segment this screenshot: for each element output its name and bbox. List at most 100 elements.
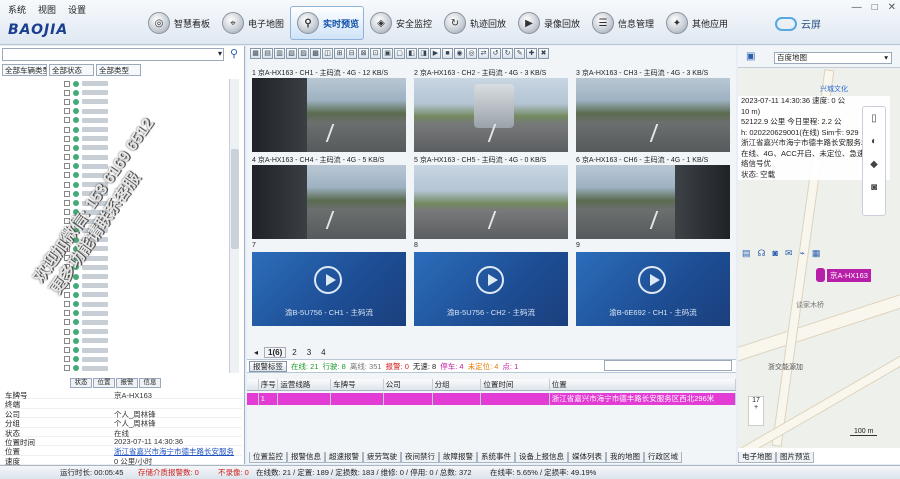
layout-icon[interactable]: ▥ <box>274 48 285 59</box>
play-icon[interactable] <box>638 266 666 294</box>
tab-position[interactable]: 位置 <box>93 378 115 388</box>
property-value[interactable]: 浙江省嘉兴市海宁市德丰路长安服务 <box>114 446 242 456</box>
column-header[interactable]: 位置 <box>550 379 736 390</box>
checkbox[interactable] <box>64 200 70 207</box>
row-checkbox[interactable] <box>247 393 259 405</box>
list-item[interactable] <box>2 125 227 134</box>
layout-icon[interactable]: ⊠ <box>358 48 369 59</box>
video-cell[interactable]: 4 京A-HX163 - CH4 - 主码流 - 4G - 5 KB/S <box>252 155 406 239</box>
list-item[interactable] <box>2 355 227 364</box>
column-header[interactable]: 车牌号 <box>331 379 384 390</box>
video-stream[interactable] <box>252 78 406 152</box>
layout-icon[interactable]: ✎ <box>514 48 525 59</box>
video-stream[interactable] <box>576 165 730 239</box>
video-cell[interactable]: 5 京A-HX163 - CH5 - 主码流 - 4G - 0 KB/S <box>414 155 568 239</box>
column-header[interactable]: 序号 <box>259 379 279 390</box>
checkbox[interactable] <box>64 190 70 197</box>
layout-icon[interactable]: ◫ <box>322 48 333 59</box>
minimize-icon[interactable]: — <box>852 2 862 13</box>
headset-icon[interactable]: ☊ <box>758 248 766 259</box>
tree-scrollbar[interactable] <box>229 79 239 373</box>
nav-video[interactable]: ▶ 录像回放 <box>512 6 586 40</box>
scroll-thumb[interactable] <box>231 149 239 249</box>
list-item[interactable] <box>2 107 227 116</box>
camera-icon[interactable]: ◙ <box>871 182 877 193</box>
layout-icon[interactable]: ↻ <box>502 48 513 59</box>
checkbox[interactable] <box>64 135 70 142</box>
filter-status[interactable]: 全部状态 <box>49 64 94 76</box>
checkbox[interactable] <box>64 181 70 188</box>
checkbox[interactable] <box>64 328 70 335</box>
layout-icon[interactable]: ▤ <box>262 48 273 59</box>
list-item[interactable] <box>2 79 227 88</box>
list-item[interactable] <box>2 318 227 327</box>
layout-icon[interactable]: ✚ <box>526 48 537 59</box>
checkbox[interactable] <box>64 356 70 363</box>
checkbox[interactable] <box>64 301 70 308</box>
nav-apps[interactable]: ✦ 其他应用 <box>660 6 734 40</box>
layout-icon[interactable]: ◉ <box>454 48 465 59</box>
bottom-tab[interactable]: 故障报警 <box>439 452 477 463</box>
bottom-tab[interactable]: 我的地图 <box>606 452 644 463</box>
bottom-tab[interactable]: 夜间禁行 <box>401 452 439 463</box>
column-header[interactable]: 分组 <box>433 379 482 390</box>
video-placeholder[interactable]: 渝B-6E692 - CH1 - 主码流 <box>576 252 730 326</box>
layout-icon[interactable]: ▢ <box>394 48 405 59</box>
checkbox[interactable] <box>64 172 70 179</box>
bottom-tab[interactable]: 设备上报信息 <box>515 452 568 463</box>
grid-icon[interactable]: ▦ <box>812 248 821 259</box>
checkbox[interactable] <box>64 98 70 105</box>
video-placeholder[interactable]: 渝B-5U756 - CH2 - 主码流 <box>414 252 568 326</box>
column-header[interactable]: 位置时间 <box>481 379 550 390</box>
map-type-select[interactable]: 百度地图 ▾ <box>774 52 892 64</box>
layout-icon[interactable]: ◨ <box>418 48 429 59</box>
bottom-tab[interactable]: 位置监控 <box>249 452 287 463</box>
checkbox[interactable] <box>64 365 70 372</box>
play-icon[interactable] <box>476 266 504 294</box>
list-item[interactable] <box>2 364 227 373</box>
map-view[interactable]: 兴城文化 2023-07-11 14:30:36 速度: 0 公 10 m) 521… <box>738 68 900 448</box>
video-stream[interactable] <box>414 165 568 239</box>
vehicle-tree[interactable] <box>2 79 227 373</box>
layout-icon[interactable]: ▶ <box>430 48 441 59</box>
play-icon[interactable] <box>314 266 342 294</box>
video-placeholder[interactable]: 渝B-5U756 - CH1 - 主码流 <box>252 252 406 326</box>
page-tab-4[interactable]: 4 <box>317 347 329 358</box>
nav-preview[interactable]: ⚲ 实时预览 <box>290 6 364 40</box>
page-prev-icon[interactable]: ◂ <box>250 347 262 358</box>
chevron-down-icon[interactable]: ▾ <box>218 49 222 58</box>
maximize-icon[interactable]: □ <box>872 2 878 13</box>
checkbox[interactable] <box>64 154 70 161</box>
satellite-icon[interactable]: ◐ <box>871 136 877 147</box>
camera-icon[interactable]: ◙ <box>773 248 778 259</box>
filter-type[interactable]: 全部类型 <box>96 64 141 76</box>
nav-info[interactable]: ☰ 信息管理 <box>586 6 660 40</box>
bottom-tab[interactable]: 报警信息 <box>287 452 325 463</box>
layout-icon[interactable]: ■ <box>442 48 453 59</box>
bottom-tab[interactable]: 行政区域 <box>644 452 682 463</box>
menu-system[interactable]: 系统 <box>8 3 26 16</box>
video-cell[interactable]: 3 京A-HX163 - CH3 - 主码流 - 4G - 3 KB/S <box>576 68 730 152</box>
video-icon[interactable]: ▤ <box>742 248 751 259</box>
search-icon[interactable]: ⚲ <box>227 47 241 61</box>
list-item[interactable] <box>2 309 227 318</box>
checkbox[interactable] <box>64 209 70 216</box>
alarm-filter-select[interactable] <box>604 360 732 371</box>
cloud-screen-button[interactable]: 云屏 <box>775 16 821 31</box>
checkbox[interactable] <box>64 144 70 151</box>
list-item[interactable] <box>2 116 227 125</box>
nav-dashboard[interactable]: ◎ 智慧看板 <box>142 6 216 40</box>
checkbox[interactable] <box>64 126 70 133</box>
tab-status[interactable]: 状态 <box>70 378 92 388</box>
layout-icon[interactable]: ◎ <box>466 48 477 59</box>
video-cell[interactable]: 2 京A-HX163 - CH2 - 主码流 - 4G - 3 KB/S <box>414 68 568 152</box>
list-item[interactable] <box>2 345 227 354</box>
page-tab-2[interactable]: 2 <box>288 347 300 358</box>
select-all-checkbox[interactable] <box>247 379 259 390</box>
layout-icon[interactable]: ✖ <box>538 48 549 59</box>
list-item[interactable] <box>2 134 227 143</box>
video-cell[interactable]: 6 京A-HX163 - CH6 - 主码流 - 4G - 1 KB/S <box>576 155 730 239</box>
bottom-tab[interactable]: 系统事件 <box>477 452 515 463</box>
table-row[interactable]: 1 浙江省嘉兴市海宁市德丰路长安服务区西北296米 <box>247 393 736 405</box>
list-item[interactable] <box>2 143 227 152</box>
